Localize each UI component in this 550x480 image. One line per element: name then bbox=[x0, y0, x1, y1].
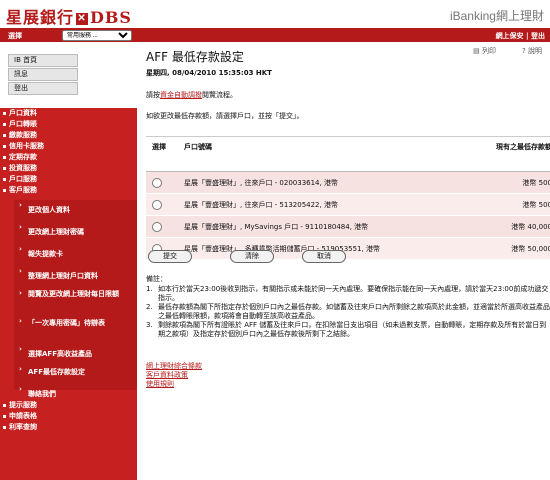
service-select[interactable]: 常用服務 ... bbox=[62, 30, 132, 41]
intro-suffix: 閱覽流程。 bbox=[202, 91, 237, 99]
menu-item-transfer[interactable]: 戶口轉賬 bbox=[0, 119, 137, 130]
submenu-item-daily-limit[interactable]: 閱覽及更改網上理財每日限額 bbox=[14, 288, 137, 316]
main-content: AFF 最低存款設定 ▤ 列印 ? 說明 星期四, 08/04/2010 15:… bbox=[146, 44, 550, 480]
clear-button[interactable]: 清除 bbox=[230, 250, 274, 263]
dbs-logo[interactable]: 星展銀行 ✕ DBS bbox=[6, 4, 132, 28]
help-label: 說明 bbox=[528, 47, 542, 55]
privacy-policy-link[interactable]: 客戶資料政策 bbox=[146, 371, 202, 380]
header-min-deposit: 現有之最低存款額 bbox=[496, 143, 550, 151]
menu-item-account-info[interactable]: 戶口資料 bbox=[0, 108, 137, 119]
menu-item-credit-card[interactable]: 信用卡服務 bbox=[0, 141, 137, 152]
table-header: 選擇 戶口號碼 現有之最低存款額 bbox=[146, 137, 550, 172]
help-button[interactable]: ? 說明 bbox=[522, 46, 542, 56]
note-number: 3. bbox=[146, 321, 153, 329]
submenu-item-aff-min-deposit[interactable]: AFF最低存款設定 bbox=[14, 364, 137, 384]
product-title: iBanking網上理財 bbox=[449, 9, 544, 23]
min-deposit-amount: 港幣 500 bbox=[522, 179, 550, 187]
menu-item-time-deposit[interactable]: 定期存款 bbox=[0, 152, 137, 163]
account-radio[interactable] bbox=[152, 222, 162, 232]
table-row[interactable]: 星展「豐盛理財」, MySavings 戶口 - 9110180484, 港幣 … bbox=[146, 216, 550, 238]
table-row[interactable]: 星展「豐盛理財」, 往來戶口 - 513205422, 港幣 港幣 500 bbox=[146, 194, 550, 216]
min-deposit-amount: 港幣 500 bbox=[522, 201, 550, 209]
note-item: 3. 剩餘款項為閣下所有證賬於 AFF 儲蓄及往來戶口，在扣除當日支出項目（如未過… bbox=[146, 321, 550, 339]
quick-links: IB 首頁 訊息 登出 bbox=[8, 54, 78, 96]
quick-link-logout[interactable]: 登出 bbox=[8, 82, 78, 95]
usage-rules-link[interactable]: 使用規則 bbox=[146, 380, 202, 389]
bank-name: 星展銀行 bbox=[6, 8, 75, 27]
submenu-item-change-details[interactable]: 更改個人資料 bbox=[14, 200, 137, 222]
print-label: 列印 bbox=[482, 47, 496, 55]
table-row[interactable]: 星展「豐盛理財」, 往來戶口 - 020033614, 港幣 港幣 500 bbox=[146, 172, 550, 194]
top-bar: 選擇 常用服務 ... 網上保安 | 登出 bbox=[0, 30, 550, 42]
intro-prefix: 請按 bbox=[146, 91, 160, 99]
dbs-text: DBS bbox=[90, 8, 132, 27]
page-title: AFF 最低存款設定 bbox=[146, 50, 244, 64]
account-radio[interactable] bbox=[152, 200, 162, 210]
note-text: 如本行於當天23:00後收到指示，有關指示或未能於同一天內處理。要確保指示能在同… bbox=[158, 285, 549, 302]
notes-heading: 備註： bbox=[146, 275, 167, 283]
account-radio[interactable] bbox=[152, 178, 162, 188]
submenu-item-otp-pending[interactable]: 「一次專用密碼」待辦表 bbox=[14, 316, 137, 344]
quick-link-home[interactable]: IB 首頁 bbox=[8, 54, 78, 67]
note-text: 最低存款額為閣下所指定存於個別戶口內之最低存款。如儲蓄及往來戶口內所剩餘之款項高… bbox=[158, 303, 550, 320]
notes-section: 備註： 1. 如本行於當天23:00後收到指示，有關指示或未能於同一天內處理。要確… bbox=[146, 275, 550, 339]
sidebar: IB 首頁 訊息 登出 戶口資料 戶口轉賬 繳款服務 信用卡服務 定期存款 投資… bbox=[0, 42, 140, 480]
customer-services-submenu: 更改個人資料 更改網上理財密碼 報失提款卡 整理網上理財戶口資料 閱覽及更改網上… bbox=[14, 200, 137, 398]
menu-item-alerts[interactable]: 提示服務 bbox=[0, 400, 137, 411]
submit-button[interactable]: 提交 bbox=[148, 250, 192, 263]
menu-item-customer-services[interactable]: 客戶服務 bbox=[0, 185, 137, 196]
submenu-item-select-aff[interactable]: 選擇AFF高收益產品 bbox=[14, 344, 137, 364]
submenu-item-change-password[interactable]: 更改網上理財密碼 bbox=[14, 222, 137, 244]
note-item: 2. 最低存款額為閣下所指定存於個別戶口內之最低存款。如儲蓄及往來戶口內所剩餘之款… bbox=[146, 303, 550, 321]
header-account: 戶口號碼 bbox=[184, 143, 212, 151]
quick-link-messages[interactable]: 訊息 bbox=[8, 68, 78, 81]
menu-item-forms[interactable]: 申請表格 bbox=[0, 411, 137, 422]
min-deposit-amount: 港幣 50,000 bbox=[511, 245, 550, 253]
account-number: 星展「豐盛理財」, 多種貨幣活期儲蓄戶口 - 519053551, 港幣 bbox=[184, 245, 380, 253]
print-button[interactable]: ▤ 列印 bbox=[473, 46, 496, 56]
note-text: 剩餘款項為閣下所有證賬於 AFF 儲蓄及往來戶口，在扣除當日支出項目（如未過數支… bbox=[158, 321, 547, 338]
fund-sweep-link[interactable]: 資金自動調撥 bbox=[160, 91, 202, 99]
dbs-x-icon: ✕ bbox=[76, 13, 89, 25]
cancel-button[interactable]: 取消 bbox=[302, 250, 346, 263]
account-number: 星展「豐盛理財」, 往來戶口 - 513205422, 港幣 bbox=[184, 201, 338, 209]
print-icon: ▤ bbox=[473, 47, 482, 55]
note-item: 1. 如本行於當天23:00後收到指示，有關指示或未能於同一天內處理。要確保指示能… bbox=[146, 285, 550, 303]
header: 星展銀行 ✕ DBS iBanking網上理財 bbox=[0, 0, 550, 30]
menu-item-account-services[interactable]: 戶口服務 bbox=[0, 174, 137, 185]
instruction-text: 如欲更改最低存款額，請選擇戶口，並按「提交」。 bbox=[146, 112, 304, 120]
main-menu: 戶口資料 戶口轉賬 繳款服務 信用卡服務 定期存款 投資服務 戶口服務 客戶服務… bbox=[0, 108, 137, 480]
intro-text: 請按資金自動調撥閱覽流程。 bbox=[146, 90, 237, 100]
submenu-item-report-lost-card[interactable]: 報失提款卡 bbox=[14, 244, 137, 266]
menu-bottom-group: 提示服務 申請表格 利率查詢 bbox=[0, 400, 137, 433]
accounts-table: 選擇 戶口號碼 現有之最低存款額 星展「豐盛理財」, 往來戶口 - 020033… bbox=[146, 136, 550, 260]
menu-item-investment[interactable]: 投資服務 bbox=[0, 163, 137, 174]
account-number: 星展「豐盛理財」, MySavings 戶口 - 9110180484, 港幣 bbox=[184, 223, 369, 231]
header-select: 選擇 bbox=[152, 143, 166, 151]
terms-link[interactable]: 網上理財綜合條款 bbox=[146, 362, 202, 371]
note-number: 2. bbox=[146, 303, 153, 311]
note-number: 1. bbox=[146, 285, 153, 293]
select-label: 選擇 bbox=[8, 32, 22, 40]
table-row[interactable]: 星展「豐盛理財」, 多種貨幣活期儲蓄戶口 - 519053551, 港幣 港幣 … bbox=[146, 238, 550, 260]
account-number: 星展「豐盛理財」, 往來戶口 - 020033614, 港幣 bbox=[184, 179, 338, 187]
footer-links: 網上理財綜合條款 客戶資料政策 使用規則 bbox=[146, 362, 202, 389]
datetime: 星期四, 08/04/2010 15:35:03 HKT bbox=[146, 69, 272, 77]
submenu-item-organise-accounts[interactable]: 整理網上理財戶口資料 bbox=[14, 266, 137, 288]
min-deposit-amount: 港幣 40,000 bbox=[511, 223, 550, 231]
menu-item-rates[interactable]: 利率查詢 bbox=[0, 422, 137, 433]
menu-item-bill-payment[interactable]: 繳款服務 bbox=[0, 130, 137, 141]
security-logout-links[interactable]: 網上保安 | 登出 bbox=[496, 31, 545, 41]
